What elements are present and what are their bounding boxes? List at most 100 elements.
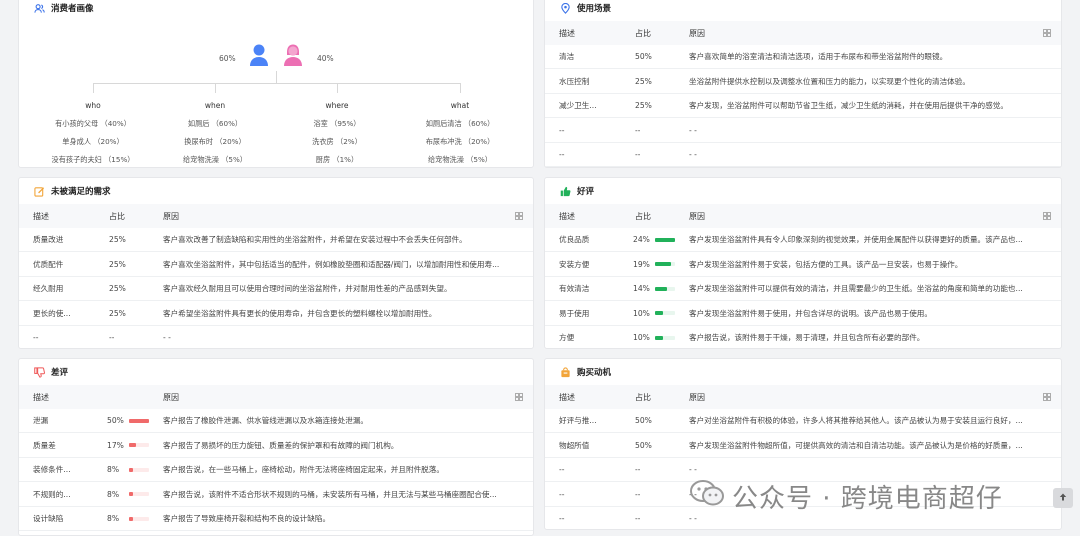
good-table-header: 描述 占比 原因 xyxy=(545,204,1061,228)
table-row[interactable]: 泄漏 50% 客户报告了橡胶件泄漏、供水管线泄漏以及水箱连接处泄漏。 xyxy=(19,409,533,433)
table-row[interactable]: 水压控制 25% 坐浴盆附件提供水控制以及调整水位置和压力的能力，以实现更个性化的清… xyxy=(545,70,1061,94)
row-reason: 客户发现坐浴盆附件具有令人印象深刻的视觉效果，并使用金属配件以获得更好的质量。该… xyxy=(689,235,1023,244)
male-avatar-icon xyxy=(249,43,269,69)
row-reason: 客户报告说，该附件易于干燥，易于清理，并且包含所有必要的部件。 xyxy=(689,333,925,343)
motive-header: 购买动机 xyxy=(545,359,1061,385)
row-reason: 客户发现坐浴盆附件易于安装，包括方便的工具。该产品一旦安装，也易于操作。 xyxy=(689,259,963,269)
table-row[interactable]: 经久耐用 25% 客户喜欢经久耐用且可以使用合理时间的坐浴盆附件，并对耐用性差的产品… xyxy=(19,277,533,302)
motive-table-header: 描述 占比 原因 xyxy=(545,385,1061,409)
table-row[interactable]: -- -- - - xyxy=(545,143,1061,167)
table-row[interactable]: 更长的使... 25% 客户希望坐浴盆附件具有更长的使用寿命，并包含更长的塑料螺栓以… xyxy=(19,302,533,326)
persona-card: 消费者画像 60% 40% who 有小孩的父母 （40%） 单身成人 （20%… xyxy=(18,0,534,168)
column-settings-icon[interactable] xyxy=(1043,29,1051,37)
col-pct: 占比 xyxy=(635,392,651,402)
row-desc: 物超所值 xyxy=(559,440,590,450)
col-pct: 占比 xyxy=(635,28,651,38)
percent-bar xyxy=(655,335,664,340)
back-to-top-button[interactable] xyxy=(1053,488,1073,508)
wechat-icon xyxy=(690,479,724,514)
table-row[interactable]: 易于使用 10% 客户发现坐浴盆附件易于使用，并包含详尽的说明。该产品也易于使用。 xyxy=(545,302,1061,326)
row-pct: -- xyxy=(635,150,641,160)
unmet-table-header: 描述 占比 原因 xyxy=(19,204,533,228)
table-row[interactable]: 好评与推... 50% 客户对坐浴盆附件有积极的体验，许多人将其推荐给其他人。该产品… xyxy=(545,409,1061,433)
row-desc: 经久耐用 xyxy=(33,284,64,294)
table-row[interactable]: 装修条件... 8% 客户报告说，在一些马桶上，座椅松动，附件无法将座椅固定起来，并… xyxy=(19,458,533,483)
table-row[interactable]: 清洁 50% 客户喜欢简单的浴室清洁和清洁选项，适用于布尿布和带坐浴盆附件的眼镜。 xyxy=(545,45,1061,69)
row-pct: -- xyxy=(635,465,641,475)
row-reason: - - xyxy=(689,125,697,135)
users-icon xyxy=(33,2,45,14)
row-desc: 方便 xyxy=(559,333,575,343)
table-row[interactable]: 物超所值 50% 客户发现坐浴盆附件物超所值，可提供高效的清洁和自清洁功能。该产品被… xyxy=(545,434,1061,458)
table-row[interactable]: -- -- - - xyxy=(545,119,1061,143)
row-reason: 坐浴盆附件提供水控制以及调整水位置和压力的能力，以实现更个性化的清洁体验。 xyxy=(689,76,970,86)
column-settings-icon[interactable] xyxy=(515,212,523,220)
column-settings-icon[interactable] xyxy=(1043,393,1051,401)
col-desc: 描述 xyxy=(559,28,575,38)
col-item: 给宠物洗澡 （5%） xyxy=(427,155,492,164)
column-settings-icon[interactable] xyxy=(1043,212,1051,220)
row-desc: -- xyxy=(559,489,565,499)
table-row[interactable]: 设计缺陷 8% 客户报告了导致座椅开裂和结构不良的设计缺陷。 xyxy=(19,507,533,532)
row-reason: 客户喜欢坐浴盆附件，其中包括适当的配件，例如橡胶垫圈和适配器/阀门，以增加耐用性… xyxy=(163,259,500,269)
col-item: 换尿布时 （20%） xyxy=(184,137,246,146)
persona-col-when: when 如厕后 （60%） 换尿布时 （20%） 给宠物洗澡 （5%） xyxy=(155,101,275,167)
row-pct: 8% xyxy=(107,514,120,524)
persona-col-who: who 有小孩的父母 （40%） 单身成人 （20%） 没有孩子的夫妇 （15%… xyxy=(33,101,153,167)
thumbs-up-icon xyxy=(559,185,571,197)
col-title: who xyxy=(85,101,101,110)
table-row[interactable]: 质量改进 25% 客户喜欢改善了制造缺陷和实用性的坐浴盆附件，并希望在安装过程中不会… xyxy=(19,228,533,252)
table-row[interactable]: 有效清洁 14% 客户发现坐浴盆附件可以提供有效的清洁，并且需要最少的卫生纸。坐浴盆… xyxy=(545,277,1061,302)
percent-bar xyxy=(129,516,133,521)
table-row[interactable]: 减少卫生... 25% 客户发现，坐浴盆附件可以帮助节省卫生纸，减少卫生纸的消耗，并… xyxy=(545,94,1061,119)
bad-table-header: 描述 原因 xyxy=(19,385,533,409)
percent-bar xyxy=(655,262,671,267)
good-title: 好评 xyxy=(577,187,595,197)
percent-bar xyxy=(129,492,133,497)
motive-title: 购买动机 xyxy=(577,368,612,378)
table-row[interactable]: 优质配件 25% 客户喜欢坐浴盆附件，其中包括适当的配件，例如橡胶垫圈和适配器/阀门… xyxy=(19,253,533,277)
row-reason: - - xyxy=(689,514,697,524)
percent-bar xyxy=(129,418,149,423)
table-row[interactable]: 不规则的... 8% 客户报告说，该附件不适合形状不规则的马桶，未安装所有马桶，并且… xyxy=(19,483,533,507)
row-pct: 25% xyxy=(109,308,126,318)
male-percent: 60% xyxy=(219,54,236,63)
column-settings-icon[interactable] xyxy=(515,393,523,401)
edit-icon xyxy=(33,185,45,197)
col-pct: 占比 xyxy=(635,211,651,221)
table-row[interactable]: 优良品质 24% 客户发现坐浴盆附件具有令人印象深刻的视觉效果，并使用金属配件以获得… xyxy=(545,228,1061,252)
usage-title: 使用场景 xyxy=(577,4,612,14)
row-desc: 水压控制 xyxy=(559,76,590,86)
col-item: 有小孩的父母 （40%） xyxy=(55,119,131,128)
table-row[interactable]: 安装方便 19% 客户发现坐浴盆附件易于安装，包括方便的工具。该产品一旦安装，也易于… xyxy=(545,253,1061,277)
watermark-text: 公众号 · 跨境电商超仔 xyxy=(732,484,1003,514)
percent-bar xyxy=(129,443,136,448)
table-row[interactable]: 质量差 17% 客户报告了易损坏的压力旋钮、质量差的保护罩和有故障的阀门机构。 xyxy=(19,434,533,458)
col-reason: 原因 xyxy=(163,392,179,402)
row-desc: 泄漏 xyxy=(33,416,49,425)
bad-card: 差评 描述 原因 泄漏 50% 客户报告了橡胶件泄漏、供水管线泄漏以及水箱连接处泄漏… xyxy=(18,358,534,536)
col-item: 厨房 （1%） xyxy=(315,155,359,164)
col-item: 如厕后 （60%） xyxy=(187,119,243,128)
shopping-bag-icon xyxy=(559,366,571,378)
row-reason: 客户报告了橡胶件泄漏、供水管线泄漏以及水箱连接处泄漏。 xyxy=(163,416,369,425)
row-reason: 客户发现坐浴盆附件物超所值，可提供高效的清洁和自清洁功能。该产品被认为是价格的好… xyxy=(689,440,1023,450)
row-desc: 好评与推... xyxy=(559,416,597,425)
bad-header: 差评 xyxy=(19,359,533,385)
location-pin-icon xyxy=(559,2,571,14)
col-reason: 原因 xyxy=(689,211,705,221)
table-row[interactable]: 方便 10% 客户报告说，该附件易于干燥，易于清理，并且包含所有必要的部件。 xyxy=(545,326,1061,348)
row-reason: 客户报告说，在一些马桶上，座椅松动，附件无法将座椅固定起来，并且附件脱落。 xyxy=(163,465,444,475)
row-pct: 50% xyxy=(635,416,652,425)
percent-bar xyxy=(655,311,664,316)
row-desc: 质量差 xyxy=(33,440,56,450)
tree-leaf-where xyxy=(337,83,338,93)
row-pct: -- xyxy=(635,489,641,499)
row-desc: -- xyxy=(559,465,565,475)
col-pct: 占比 xyxy=(109,211,125,221)
table-row[interactable]: -- -- - - xyxy=(19,326,533,348)
row-pct: 25% xyxy=(635,76,652,86)
col-reason: 原因 xyxy=(163,211,179,221)
row-reason: 客户希望坐浴盆附件具有更长的使用寿命，并包含更长的塑料螺栓以增加耐用性。 xyxy=(163,308,437,318)
row-reason: 客户喜欢经久耐用且可以使用合理时间的坐浴盆附件，并对耐用性差的产品感到失望。 xyxy=(163,284,452,294)
